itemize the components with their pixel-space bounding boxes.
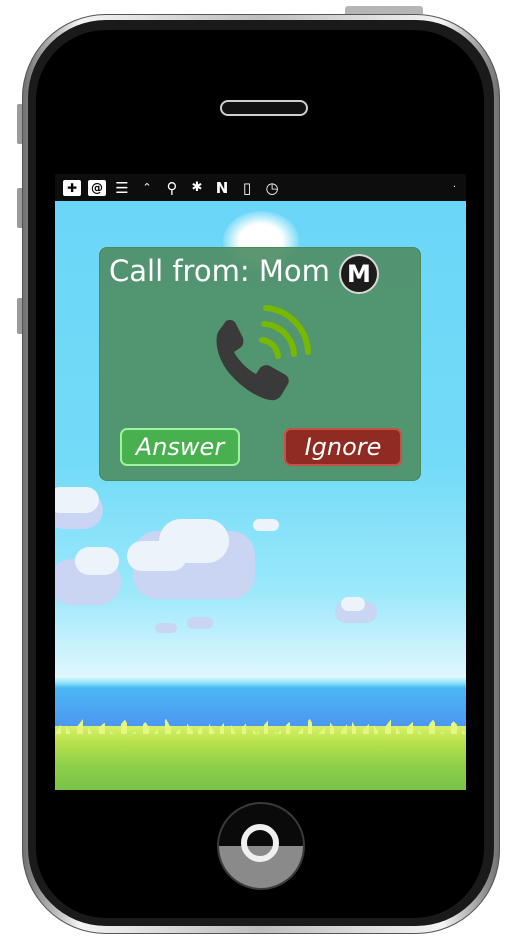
call-title: Call from: Mom xyxy=(109,254,330,288)
grass-ground xyxy=(55,726,466,790)
caller-avatar: M xyxy=(339,254,379,294)
home-button-ring xyxy=(241,824,279,862)
location-pin-icon: ⚲ xyxy=(166,178,178,197)
status-bar: ✚ @ ☰ ⌃ ⚲ ✱ N ▯ ◷ · xyxy=(55,174,466,201)
cloud xyxy=(253,519,279,531)
alarm-clock-icon: ◷ xyxy=(265,178,279,197)
answer-button[interactable]: Answer xyxy=(120,428,240,466)
nfc-icon: N xyxy=(215,178,229,197)
cloud xyxy=(187,617,213,629)
cloud xyxy=(55,487,99,513)
add-icon: ✚ xyxy=(63,179,81,196)
phone-screen: ✚ @ ☰ ⌃ ⚲ ✱ N ▯ ◷ · Call from: Mom M Ans… xyxy=(55,174,466,790)
incoming-call-dialog: Call from: Mom M Answer Ignore xyxy=(99,247,421,481)
phone-ringing-icon xyxy=(216,305,311,401)
cloud xyxy=(75,547,119,575)
phone-vibrate-icon: ▯ xyxy=(242,178,252,197)
cloud xyxy=(341,597,365,611)
cloud xyxy=(155,623,177,633)
at-sign-icon: @ xyxy=(88,179,106,196)
home-button[interactable] xyxy=(217,802,305,890)
cloud xyxy=(127,541,187,571)
status-indicator: · xyxy=(452,182,456,193)
bluetooth-icon: ✱ xyxy=(191,179,203,195)
signal-icon: ⌃ xyxy=(142,180,152,194)
power-button[interactable] xyxy=(345,6,423,14)
notes-icon: ☰ xyxy=(115,178,129,197)
ignore-button[interactable]: Ignore xyxy=(284,428,402,466)
earpiece-speaker xyxy=(220,100,308,116)
